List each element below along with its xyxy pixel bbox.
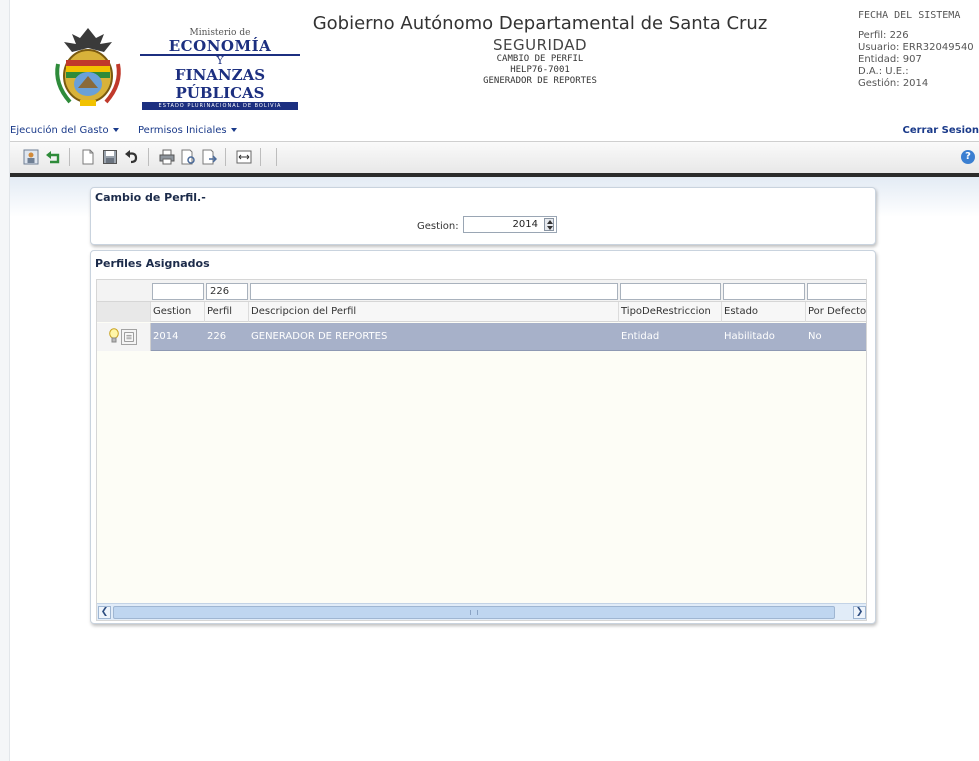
chevron-down-icon <box>230 128 237 132</box>
filter-gestion[interactable] <box>152 283 204 300</box>
toolbar-separator <box>276 148 277 166</box>
cell-descripcion: GENERADOR DE REPORTES <box>251 331 388 342</box>
table-row[interactable]: 2014 226 GENERADOR DE REPORTES Entidad H… <box>97 323 866 351</box>
cambio-perfil-title: Cambio de Perfil.- <box>95 191 206 204</box>
scroll-right-icon[interactable]: ❯ <box>853 606 866 619</box>
cell-perfil: 226 <box>207 331 227 342</box>
page-gutter <box>0 0 10 761</box>
chevron-down-icon <box>112 128 119 132</box>
lightbulb-icon[interactable] <box>109 328 119 344</box>
main-menu: Ejecución del Gasto Permisos Iniciales C… <box>10 124 979 140</box>
column-header-tipo-restriccion[interactable]: TipoDeRestriccion <box>619 302 722 322</box>
page-title-block: Gobierno Autónomo Departamental de Santa… <box>300 13 780 87</box>
perfiles-asignados-panel: Perfiles Asignados 226 Gestion Perfil De… <box>90 250 876 624</box>
new-document-icon[interactable] <box>80 149 96 165</box>
grid-header-row: Gestion Perfil Descripcion del Perfil Ti… <box>97 302 866 322</box>
filter-perfil[interactable]: 226 <box>206 283 248 300</box>
module-title: SEGURIDAD <box>492 36 588 54</box>
fit-width-icon[interactable] <box>236 149 252 165</box>
menu-permisos-label: Permisos Iniciales <box>138 125 227 136</box>
preview-icon[interactable] <box>180 149 196 165</box>
menu-ejecucion-del-gasto[interactable]: Ejecución del Gasto <box>10 125 119 136</box>
user-card-icon[interactable] <box>23 149 39 165</box>
export-icon[interactable] <box>201 149 217 165</box>
print-icon[interactable] <box>159 149 175 165</box>
ministry-band: ESTADO PLURINACIONAL DE BOLIVIA <box>142 102 298 110</box>
filter-por-defecto[interactable] <box>807 283 866 300</box>
perfiles-asignados-title: Perfiles Asignados <box>95 257 210 270</box>
undo-icon[interactable] <box>124 149 140 165</box>
logout-link[interactable]: Cerrar Sesion <box>903 125 979 136</box>
cell-estado: Habilitado <box>724 331 775 342</box>
column-header-descripcion[interactable]: Descripcion del Perfil <box>249 302 619 322</box>
gestion-spinner-input[interactable]: 2014 <box>463 216 557 233</box>
scroll-left-icon[interactable]: ❮ <box>98 606 111 619</box>
ministry-line-finanzas: FINANZAS PÚBLICAS <box>174 66 266 102</box>
filter-descripcion[interactable] <box>250 283 618 300</box>
cell-tipo-restriccion: Entidad <box>621 331 660 342</box>
scrollbar-thumb[interactable] <box>113 606 835 619</box>
save-icon[interactable] <box>102 149 118 165</box>
perfiles-grid: 226 Gestion Perfil Descripcion del Perfi… <box>96 279 867 621</box>
cell-gestion: 2014 <box>153 331 179 342</box>
horizontal-scrollbar[interactable]: ❮ ❯ <box>97 603 866 620</box>
ministry-y: Y <box>140 54 300 66</box>
system-info: FECHA DEL SISTEMA Perfil: 226 Usuario: E… <box>858 10 979 90</box>
cambio-perfil-panel: Cambio de Perfil.- Gestion: 2014 <box>90 187 876 245</box>
spinner-arrows-icon[interactable] <box>544 218 554 231</box>
help-icon[interactable]: ? <box>961 150 975 164</box>
toolbar-separator <box>69 148 70 166</box>
form-name: CAMBIO DE PERFIL <box>496 54 584 64</box>
app-header: Ministerio de ECONOMÍA Y FINANZAS PÚBLIC… <box>10 0 979 140</box>
toolbar-separator <box>260 148 261 166</box>
toolbar: ? <box>10 141 979 173</box>
filter-row: 226 <box>97 280 866 302</box>
ministry-line-economia: ECONOMÍA <box>168 37 272 55</box>
back-icon[interactable] <box>45 149 61 165</box>
cell-por-defecto: No <box>808 331 822 342</box>
form-code: HELP76-7001 <box>510 65 570 75</box>
system-da-ue: D.A.: U.E.: <box>858 66 909 77</box>
system-perfil: Perfil: 226 <box>858 30 909 41</box>
toolbar-separator <box>225 148 226 166</box>
column-header-por-defecto[interactable]: Por Defecto <box>806 302 866 322</box>
filter-estado[interactable] <box>723 283 805 300</box>
gestion-value: 2014 <box>512 219 538 230</box>
toolbar-separator <box>148 148 149 166</box>
system-date-label: FECHA DEL SISTEMA <box>858 10 961 21</box>
header-actions <box>97 302 151 322</box>
column-header-gestion[interactable]: Gestion <box>151 302 205 322</box>
menu-permisos-iniciales[interactable]: Permisos Iniciales <box>138 125 237 136</box>
coat-of-arms-icon <box>55 28 121 106</box>
current-profile-name: GENERADOR DE REPORTES <box>483 76 597 86</box>
scrollbar-grip <box>470 610 478 615</box>
gestion-label: Gestion: <box>417 221 459 232</box>
filter-tipo-restriccion[interactable] <box>620 283 721 300</box>
row-actions <box>97 323 151 351</box>
page-title: Gobierno Autónomo Departamental de Santa… <box>312 13 768 34</box>
select-profile-icon[interactable] <box>121 329 137 345</box>
column-header-estado[interactable]: Estado <box>722 302 806 322</box>
ministry-logo: Ministerio de ECONOMÍA Y FINANZAS PÚBLIC… <box>50 24 310 110</box>
menu-ejecucion-label: Ejecución del Gasto <box>10 125 109 136</box>
column-header-perfil[interactable]: Perfil <box>205 302 249 322</box>
system-entidad: Entidad: 907 <box>858 54 922 65</box>
main-content: Cambio de Perfil.- Gestion: 2014 Perfile… <box>10 177 979 761</box>
ministry-name: Ministerio de ECONOMÍA Y FINANZAS PÚBLIC… <box>136 28 304 110</box>
system-gestion: Gestión: 2014 <box>858 78 929 89</box>
system-usuario: Usuario: ERR32049540 <box>858 42 974 53</box>
